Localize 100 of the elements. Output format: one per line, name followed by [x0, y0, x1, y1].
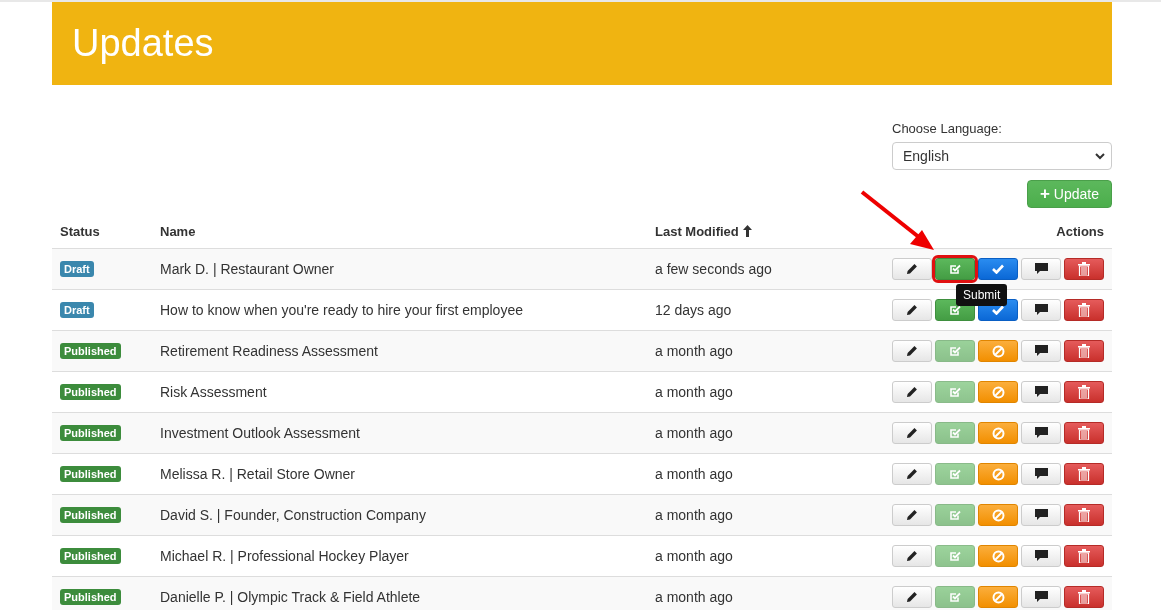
edit-button[interactable] — [892, 340, 932, 362]
comment-icon — [1034, 427, 1048, 439]
delete-button[interactable] — [1064, 586, 1104, 608]
status-badge: Draft — [60, 302, 94, 318]
table-cell-text: a month ago — [655, 507, 734, 523]
ban-icon — [991, 385, 1005, 399]
comment-icon — [1034, 386, 1048, 398]
sort-up-icon — [742, 225, 752, 237]
trash-icon — [1078, 549, 1090, 563]
trash-icon — [1078, 467, 1090, 481]
column-header[interactable]: Last Modified — [655, 223, 752, 239]
comment-button[interactable] — [1021, 463, 1061, 485]
comment-button[interactable] — [1021, 258, 1061, 280]
delete-button[interactable] — [1064, 422, 1104, 444]
status-badge: Published — [60, 507, 121, 523]
status-badge: Published — [60, 466, 121, 482]
table-cell-text: a month ago — [655, 466, 734, 482]
checkbox-icon — [949, 304, 961, 316]
pencil-icon — [906, 468, 918, 480]
comment-icon — [1034, 591, 1048, 603]
pencil-icon — [906, 304, 918, 316]
table-cell-text: Michael R. | Professional Hockey Player — [160, 548, 410, 564]
comment-icon — [1034, 263, 1048, 275]
language-label: Choose Language: — [892, 121, 1003, 136]
column-header: Actions — [1056, 223, 1104, 239]
pencil-icon — [906, 509, 918, 521]
table-cell-text: David S. | Founder, Construction Company — [160, 507, 427, 523]
table-cell-text: a month ago — [655, 384, 734, 400]
comment-button[interactable] — [1021, 545, 1061, 567]
table-cell-text: 12 days ago — [655, 302, 733, 318]
table-cell-text: Melissa R. | Retail Store Owner — [160, 466, 357, 482]
status-badge: Published — [60, 589, 121, 605]
ban-icon — [991, 426, 1005, 440]
comment-button[interactable] — [1021, 422, 1061, 444]
status-badge: Published — [60, 343, 121, 359]
delete-button[interactable] — [1064, 340, 1104, 362]
checkbox-icon — [949, 550, 961, 562]
edit-button[interactable] — [892, 381, 932, 403]
table-cell-text: Mark D. | Restaurant Owner — [160, 261, 336, 277]
column-header: Name — [160, 223, 196, 239]
pencil-icon — [906, 591, 918, 603]
trash-icon — [1078, 426, 1090, 440]
edit-button[interactable] — [892, 258, 932, 280]
comment-button[interactable] — [1021, 340, 1061, 362]
comment-button[interactable] — [1021, 504, 1061, 526]
column-header: Status — [60, 223, 100, 239]
delete-button[interactable] — [1064, 299, 1104, 321]
delete-button[interactable] — [1064, 381, 1104, 403]
comment-button[interactable] — [1021, 381, 1061, 403]
edit-button[interactable] — [892, 422, 932, 444]
check-icon — [992, 305, 1004, 315]
comment-icon — [1034, 550, 1048, 562]
delete-button[interactable] — [1064, 463, 1104, 485]
edit-button[interactable] — [892, 545, 932, 567]
approve-button[interactable] — [978, 258, 1018, 280]
table-cell-text: Risk Assessment — [160, 384, 268, 400]
checkbox-icon — [949, 386, 961, 398]
page-title: Updates — [72, 22, 214, 65]
checkbox-icon — [949, 345, 961, 357]
pencil-icon — [906, 550, 918, 562]
status-badge: Published — [60, 425, 121, 441]
pencil-icon — [906, 386, 918, 398]
table-cell-text: a few seconds ago — [655, 261, 773, 277]
checkbox-icon — [949, 468, 961, 480]
pencil-icon — [906, 427, 918, 439]
table-cell-text: Retirement Readiness Assessment — [160, 343, 379, 359]
table-cell-text: a month ago — [655, 589, 734, 605]
trash-icon — [1078, 590, 1090, 604]
edit-button[interactable] — [892, 299, 932, 321]
ban-icon — [991, 467, 1005, 481]
check-icon — [992, 264, 1004, 274]
trash-icon — [1078, 344, 1090, 358]
tooltip: Submit — [956, 284, 1008, 306]
table-cell-text: Investment Outlook Assessment — [160, 425, 361, 441]
comment-button[interactable] — [1021, 299, 1061, 321]
trash-icon — [1078, 508, 1090, 522]
ban-icon — [991, 590, 1005, 604]
table-cell-text: How to know when you're ready to hire your first employee — [160, 302, 524, 318]
delete-button[interactable] — [1064, 545, 1104, 567]
checkbox-icon — [949, 509, 961, 521]
trash-icon — [1078, 303, 1090, 317]
trash-icon — [1078, 262, 1090, 276]
edit-button[interactable] — [892, 463, 932, 485]
language-select[interactable]: English — [892, 142, 1112, 170]
delete-button[interactable] — [1064, 504, 1104, 526]
comment-icon — [1034, 509, 1048, 521]
edit-button[interactable] — [892, 586, 932, 608]
checkbox-icon — [949, 427, 961, 439]
ban-icon — [991, 549, 1005, 563]
comment-icon — [1034, 468, 1048, 480]
delete-button[interactable] — [1064, 258, 1104, 280]
table-cell-text: a month ago — [655, 548, 734, 564]
comment-button[interactable] — [1021, 586, 1061, 608]
checkbox-icon — [949, 263, 961, 275]
pencil-icon — [906, 345, 918, 357]
pencil-icon — [906, 263, 918, 275]
edit-button[interactable] — [892, 504, 932, 526]
ban-icon — [991, 344, 1005, 358]
status-badge: Draft — [60, 261, 94, 277]
chevron-down-icon — [1095, 152, 1105, 160]
